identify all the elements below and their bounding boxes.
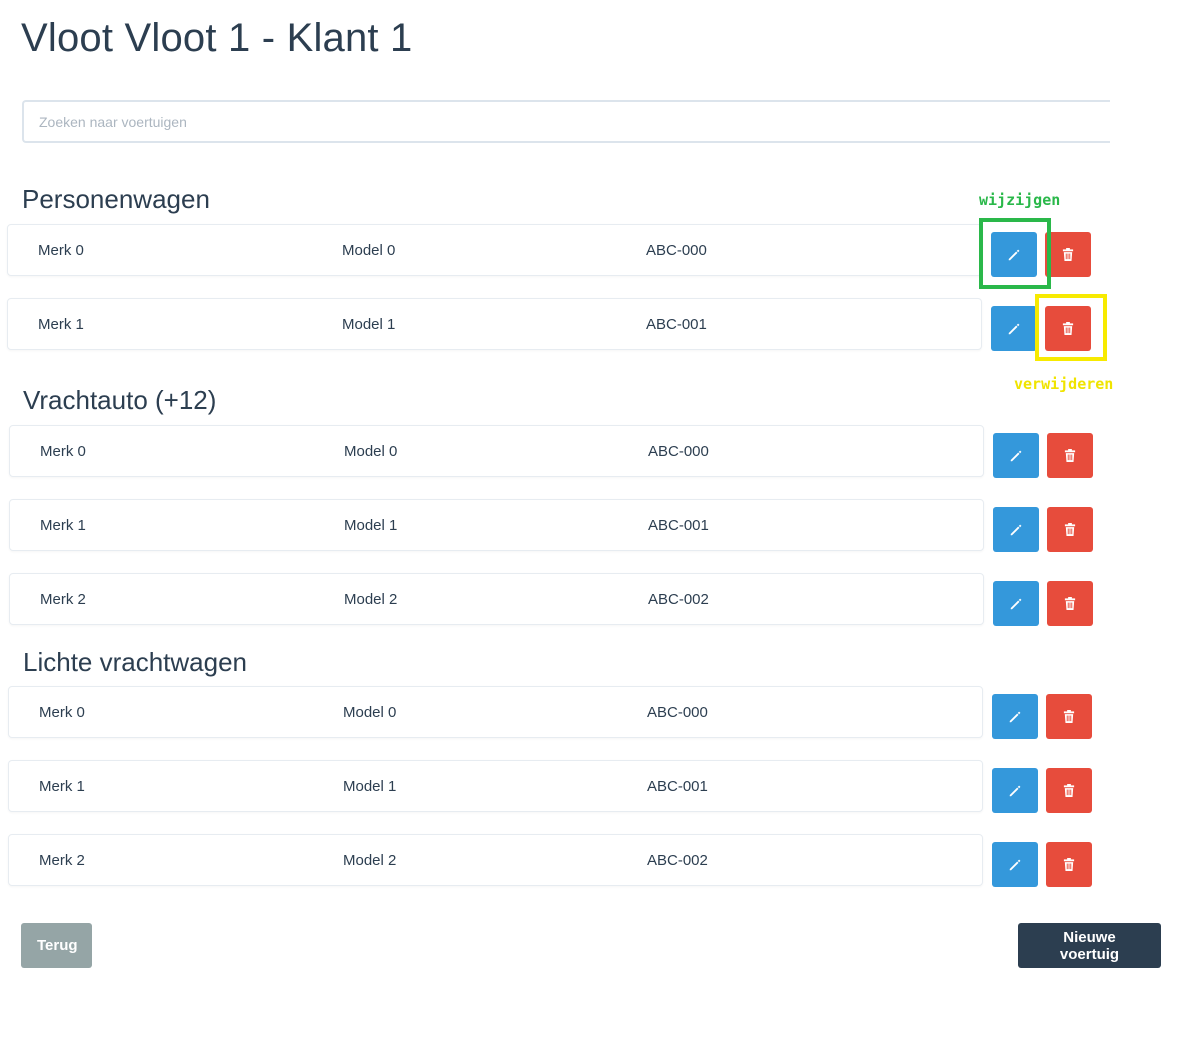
vehicle-license-plate: ABC-001	[648, 517, 709, 534]
trash-icon	[1063, 710, 1075, 723]
vehicle-card: Merk 0 Model 0 ABC-000	[7, 224, 982, 276]
delete-vehicle-button[interactable]	[1047, 433, 1093, 478]
delete-vehicle-button[interactable]	[1047, 581, 1093, 626]
vehicle-license-plate: ABC-002	[647, 852, 708, 869]
delete-vehicle-button[interactable]	[1045, 232, 1091, 277]
pencil-icon	[1008, 784, 1022, 798]
trash-icon	[1063, 858, 1075, 871]
vehicle-license-plate: ABC-000	[646, 242, 707, 259]
edit-vehicle-button[interactable]	[991, 232, 1037, 277]
vehicle-license-plate: ABC-001	[647, 778, 708, 795]
vehicle-card: Merk 1 Model 1 ABC-001	[8, 760, 983, 812]
pencil-icon	[1007, 322, 1021, 336]
search-input[interactable]	[22, 100, 1110, 143]
delete-vehicle-button[interactable]	[1045, 306, 1091, 351]
pencil-icon	[1009, 523, 1023, 537]
trash-icon	[1062, 322, 1074, 335]
delete-vehicle-button[interactable]	[1047, 507, 1093, 552]
delete-vehicle-button[interactable]	[1046, 694, 1092, 739]
edit-vehicle-button[interactable]	[992, 842, 1038, 887]
edit-annotation-label: wijzijgen	[979, 191, 1061, 209]
vehicle-brand: Merk 0	[40, 443, 86, 460]
vehicle-license-plate: ABC-000	[648, 443, 709, 460]
delete-annotation-label: verwijderen	[1014, 375, 1114, 393]
delete-vehicle-button[interactable]	[1046, 842, 1092, 887]
vehicle-card: Merk 2 Model 2 ABC-002	[9, 573, 984, 625]
pencil-icon	[1009, 597, 1023, 611]
pencil-icon	[1008, 858, 1022, 872]
trash-icon	[1064, 597, 1076, 610]
page-title: Vloot Vloot 1 - Klant 1	[21, 16, 413, 60]
section-title: Personenwagen	[22, 184, 210, 214]
trash-icon	[1063, 784, 1075, 797]
vehicle-model: Model 2	[343, 852, 397, 869]
section-title: Vrachtauto (+12)	[23, 385, 217, 415]
vehicle-brand: Merk 1	[38, 316, 84, 333]
vehicle-brand: Merk 2	[39, 852, 85, 869]
trash-icon	[1062, 248, 1074, 261]
vehicle-brand: Merk 2	[40, 591, 86, 608]
vehicle-model: Model 1	[343, 778, 397, 795]
vehicle-license-plate: ABC-001	[646, 316, 707, 333]
vehicle-card: Merk 0 Model 0 ABC-000	[8, 686, 983, 738]
vehicle-model: Model 0	[343, 704, 397, 721]
vehicle-model: Model 1	[342, 316, 396, 333]
vehicle-model: Model 0	[344, 443, 398, 460]
back-button[interactable]: Terug	[21, 923, 92, 968]
vehicle-card: Merk 0 Model 0 ABC-000	[9, 425, 984, 477]
pencil-icon	[1009, 449, 1023, 463]
delete-vehicle-button[interactable]	[1046, 768, 1092, 813]
trash-icon	[1064, 523, 1076, 536]
vehicle-brand: Merk 0	[38, 242, 84, 259]
new-vehicle-button[interactable]: Nieuwe voertuig	[1018, 923, 1161, 968]
edit-vehicle-button[interactable]	[993, 507, 1039, 552]
edit-vehicle-button[interactable]	[992, 694, 1038, 739]
pencil-icon	[1007, 248, 1021, 262]
pencil-icon	[1008, 710, 1022, 724]
edit-vehicle-button[interactable]	[993, 581, 1039, 626]
vehicle-license-plate: ABC-000	[647, 704, 708, 721]
vehicle-brand: Merk 1	[39, 778, 85, 795]
vehicle-model: Model 0	[342, 242, 396, 259]
vehicle-model: Model 1	[344, 517, 398, 534]
section-title: Lichte vrachtwagen	[23, 647, 248, 677]
edit-vehicle-button[interactable]	[992, 768, 1038, 813]
vehicle-card: Merk 1 Model 1 ABC-001	[9, 499, 984, 551]
edit-vehicle-button[interactable]	[993, 433, 1039, 478]
vehicle-card: Merk 2 Model 2 ABC-002	[8, 834, 983, 886]
vehicle-brand: Merk 1	[40, 517, 86, 534]
vehicle-brand: Merk 0	[39, 704, 85, 721]
trash-icon	[1064, 449, 1076, 462]
vehicle-model: Model 2	[344, 591, 398, 608]
vehicle-card: Merk 1 Model 1 ABC-001	[7, 298, 982, 350]
edit-vehicle-button[interactable]	[991, 306, 1037, 351]
vehicle-license-plate: ABC-002	[648, 591, 709, 608]
